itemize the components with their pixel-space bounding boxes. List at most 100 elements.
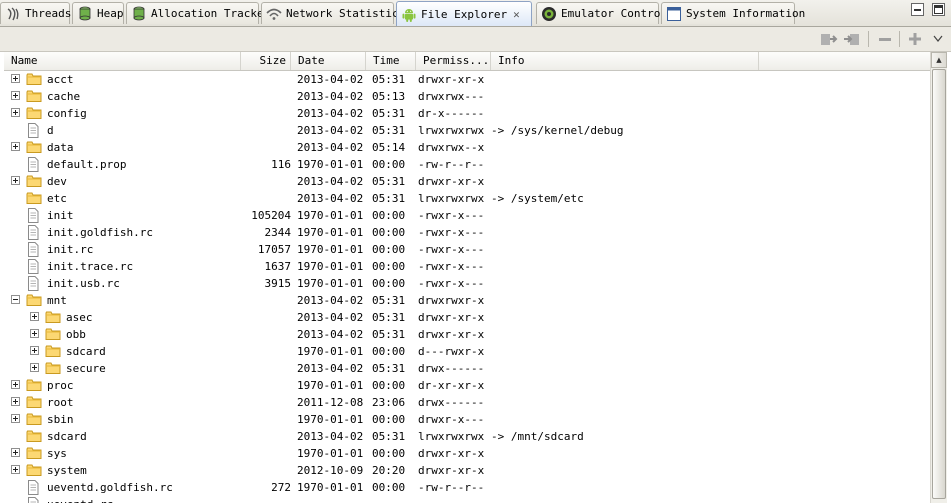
- table-row[interactable]: config 2013-04-02 05:31 dr-x------: [4, 105, 930, 122]
- column-header-info[interactable]: Info: [491, 52, 759, 70]
- new-folder-icon[interactable]: [906, 30, 924, 48]
- table-row[interactable]: init.rc 17057 1970-01-01 00:00 -rwxr-x---: [4, 241, 930, 258]
- maximize-button[interactable]: [932, 3, 945, 16]
- expand-plus-icon[interactable]: [11, 448, 20, 457]
- file-size: 17057: [257, 243, 291, 256]
- expand-plus-icon[interactable]: [11, 176, 20, 185]
- name-cell: root: [4, 394, 241, 411]
- toolbar-separator: [868, 31, 869, 47]
- minimize-button[interactable]: [911, 3, 924, 16]
- file-time: 00:00: [372, 158, 406, 171]
- table-row[interactable]: proc 1970-01-01 00:00 dr-xr-xr-x: [4, 377, 930, 394]
- tab-emulator-control[interactable]: Emulator Control: [536, 2, 667, 24]
- column-header-name[interactable]: Name: [4, 52, 241, 70]
- table-row[interactable]: data 2013-04-02 05:14 drwxrwx--x: [4, 139, 930, 156]
- table-row[interactable]: sbin 1970-01-01 00:00 drwxr-x---: [4, 411, 930, 428]
- file-date: 2013-04-02: [297, 107, 364, 120]
- allocation-icon: [131, 6, 147, 22]
- file-name: data: [47, 141, 74, 154]
- file-time: 00:00: [372, 447, 406, 460]
- expand-plus-icon[interactable]: [11, 380, 20, 389]
- file-size: 3915: [264, 277, 292, 290]
- file-name: init.usb.rc: [47, 277, 120, 290]
- table-row[interactable]: root 2011-12-08 23:06 drwx------: [4, 394, 930, 411]
- file-date: 1970-01-01: [297, 447, 364, 460]
- table-header: Name Size Date Time Permiss... Info: [4, 52, 930, 71]
- android-icon: [401, 6, 417, 22]
- file-permissions: lrwxrwxrwx: [418, 192, 485, 205]
- table-row[interactable]: obb 2013-04-02 05:31 drwxr-xr-x: [4, 326, 930, 343]
- table-row[interactable]: acct 2013-04-02 05:31 drwxr-xr-x: [4, 71, 930, 88]
- table-row[interactable]: sys 1970-01-01 00:00 drwxr-xr-x: [4, 445, 930, 462]
- folder-icon: [26, 463, 42, 477]
- expand-plus-icon[interactable]: [30, 329, 39, 338]
- view-menu-chevron-icon[interactable]: [929, 30, 947, 48]
- table-row[interactable]: init.usb.rc 3915 1970-01-01 00:00 -rwxr-x---: [4, 275, 930, 292]
- file-date: 2013-04-02: [297, 362, 364, 375]
- name-cell: sdcard: [4, 343, 241, 360]
- file-size: 105204: [251, 209, 291, 222]
- column-header-time[interactable]: Time: [366, 52, 416, 70]
- table-row[interactable]: etc 2013-04-02 05:31 lrwxrwxrwx -> /system/e…: [4, 190, 930, 207]
- file-time: 05:31: [372, 328, 406, 341]
- tab-file-explorer[interactable]: File Explorer ✕: [396, 1, 532, 26]
- table-row[interactable]: ueventd.rc: [4, 496, 930, 503]
- table-row[interactable]: init.trace.rc 1637 1970-01-01 00:00 -rwxr-x-…: [4, 258, 930, 275]
- push-file-icon[interactable]: [843, 30, 861, 48]
- name-cell: init.rc: [4, 241, 241, 258]
- expand-plus-icon[interactable]: [30, 363, 39, 372]
- expand-plus-icon[interactable]: [11, 142, 20, 151]
- table-row[interactable]: init 105204 1970-01-01 00:00 -rwxr-x---: [4, 207, 930, 224]
- name-cell: sbin: [4, 411, 241, 428]
- table-row[interactable]: init.goldfish.rc 2344 1970-01-01 00:00 -rwxr…: [4, 224, 930, 241]
- file-info: -> /sys/kernel/debug: [491, 124, 624, 137]
- file-permissions: drwxr-xr-x: [418, 311, 485, 324]
- file-name: dev: [47, 175, 67, 188]
- expand-plus-icon[interactable]: [11, 414, 20, 423]
- table-row[interactable]: mnt 2013-04-02 05:31 drwxrwxr-x: [4, 292, 930, 309]
- expand-plus-icon[interactable]: [11, 91, 20, 100]
- file-name: d: [47, 124, 54, 137]
- expand-plus-icon[interactable]: [11, 74, 20, 83]
- file-permissions: -rwxr-x---: [418, 260, 485, 273]
- file-name: sbin: [47, 413, 74, 426]
- tab-network-statistics[interactable]: Network Statistics: [261, 2, 405, 24]
- table-row[interactable]: sdcard 1970-01-01 00:00 d---rwxr-x: [4, 343, 930, 360]
- expand-plus-icon[interactable]: [11, 108, 20, 117]
- expand-plus-icon[interactable]: [11, 465, 20, 474]
- file-permissions: -rw-r--r--: [418, 481, 485, 494]
- table-row[interactable]: d 2013-04-02 05:31 lrwxrwxrwx -> /sys/kernel…: [4, 122, 930, 139]
- tab-heap[interactable]: Heap: [72, 2, 124, 24]
- file-time: 05:14: [372, 141, 406, 154]
- file-time: 05:31: [372, 311, 406, 324]
- table-row[interactable]: default.prop 116 1970-01-01 00:00 -rw-r--r--: [4, 156, 930, 173]
- vertical-scrollbar[interactable]: ▲: [930, 52, 947, 503]
- expand-plus-icon[interactable]: [30, 346, 39, 355]
- tab-threads[interactable]: Threads: [0, 2, 71, 24]
- collapse-minus-icon[interactable]: [11, 295, 20, 304]
- scrollbar-thumb[interactable]: [932, 69, 946, 499]
- table-row[interactable]: cache 2013-04-02 05:13 drwxrwx---: [4, 88, 930, 105]
- file-permissions: drwxrwx--x: [418, 141, 485, 154]
- expand-plus-icon[interactable]: [30, 312, 39, 321]
- table-row[interactable]: ueventd.goldfish.rc 272 1970-01-01 00:00 -rw…: [4, 479, 930, 496]
- delete-icon[interactable]: [876, 30, 894, 48]
- file-time: 20:20: [372, 464, 406, 477]
- table-row[interactable]: sdcard 2013-04-02 05:31 lrwxrwxrwx -> /mnt/s…: [4, 428, 930, 445]
- pull-file-icon[interactable]: [820, 30, 838, 48]
- close-icon[interactable]: ✕: [513, 8, 520, 21]
- tab-system-information[interactable]: System Information: [661, 2, 805, 24]
- table-row[interactable]: asec 2013-04-02 05:31 drwxr-xr-x: [4, 309, 930, 326]
- table-row[interactable]: dev 2013-04-02 05:31 drwxr-xr-x: [4, 173, 930, 190]
- file-time: 05:31: [372, 294, 406, 307]
- column-header-date[interactable]: Date: [291, 52, 366, 70]
- column-header-size[interactable]: Size: [241, 52, 291, 70]
- table-row[interactable]: secure 2013-04-02 05:31 drwx------: [4, 360, 930, 377]
- tab-allocation-tracker[interactable]: Allocation Tracker: [126, 2, 270, 24]
- file-permissions: dr-x------: [418, 107, 485, 120]
- table-row[interactable]: system 2012-10-09 20:20 drwxr-xr-x: [4, 462, 930, 479]
- scroll-up-arrow-icon[interactable]: ▲: [931, 52, 947, 68]
- column-header-permissions[interactable]: Permiss...: [416, 52, 491, 70]
- expand-plus-icon[interactable]: [11, 397, 20, 406]
- file-name: cache: [47, 90, 81, 103]
